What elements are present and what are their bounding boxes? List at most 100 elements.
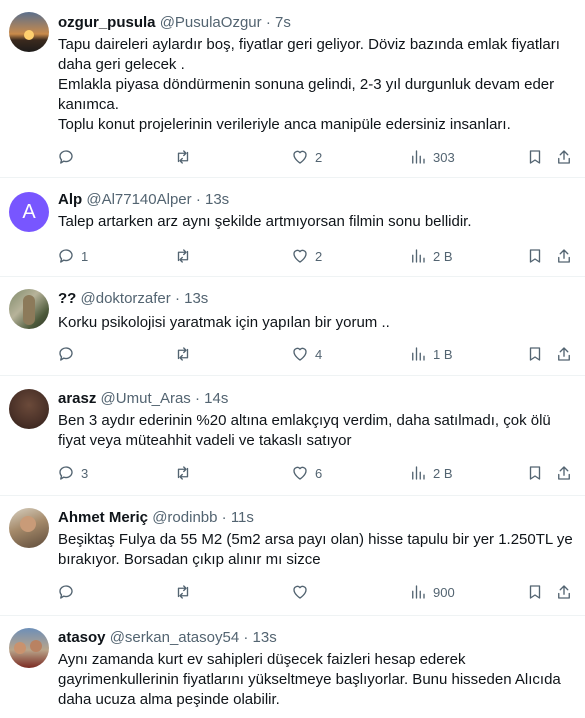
author-handle[interactable]: @PusulaOzgur: [160, 14, 262, 31]
retweet-icon: [177, 347, 189, 361]
reply-button[interactable]: [57, 344, 81, 364]
like-count: 4: [315, 346, 323, 362]
tweet-text: Tapu daireleri aylardır boş, fiyatlar ge…: [58, 35, 578, 135]
author-handle[interactable]: @doktorzafer: [81, 290, 171, 307]
bookmark-icon: [529, 466, 541, 480]
timestamp[interactable]: 11s: [231, 509, 254, 526]
author-name[interactable]: arasz: [58, 390, 96, 407]
reply-count: 1: [81, 248, 89, 264]
author-handle[interactable]: @serkan_atasoy54: [110, 629, 239, 646]
bookmark-icon: [529, 347, 541, 361]
timestamp[interactable]: 7s: [275, 14, 291, 31]
share-icon: [558, 466, 570, 480]
share-button[interactable]: [555, 246, 573, 266]
tweet[interactable]: A Alp @Al77140Alper · 13s Talep artarken…: [0, 178, 585, 277]
timestamp[interactable]: 13s: [184, 290, 208, 307]
author-handle[interactable]: @Al77140Alper: [86, 191, 191, 208]
bookmark-button[interactable]: [526, 246, 544, 266]
retweet-button[interactable]: [174, 344, 198, 364]
views-button[interactable]: 2 B: [409, 463, 453, 483]
views-icon: [412, 150, 425, 164]
reply-icon: [59, 585, 73, 599]
separator-dot: ·: [195, 191, 201, 208]
tweet[interactable]: arasz @Umut_Aras · 14s Ben 3 aydır ederi…: [0, 376, 585, 496]
like-button[interactable]: 4: [291, 344, 322, 364]
reply-icon: [59, 249, 73, 263]
heart-icon: [293, 466, 307, 480]
like-count: 2: [315, 149, 323, 165]
views-count: 1 B: [433, 346, 453, 362]
tweet-text: Talep artarken arz aynı şekilde artmıyor…: [58, 212, 578, 232]
share-button[interactable]: [555, 582, 573, 602]
like-count: 2: [315, 248, 323, 264]
action-bar: 3 6 2 B: [0, 463, 585, 483]
avatar[interactable]: [9, 289, 49, 329]
avatar[interactable]: [9, 628, 49, 668]
tweet-header: Ahmet Meriç @rodinbb · 11s: [58, 508, 254, 528]
views-button[interactable]: 303: [409, 147, 455, 167]
avatar[interactable]: A: [9, 192, 49, 232]
tweet[interactable]: ozgur_pusula @PusulaOzgur · 7s Tapu dair…: [0, 0, 585, 178]
reply-button[interactable]: 3: [57, 463, 88, 483]
tweet[interactable]: Ahmet Meriç @rodinbb · 11s Beşiktaş Fuly…: [0, 496, 585, 616]
like-button[interactable]: [291, 582, 315, 602]
reply-count: 3: [81, 465, 89, 481]
timestamp[interactable]: 14s: [204, 390, 228, 407]
like-button[interactable]: 2: [291, 246, 322, 266]
share-button[interactable]: [555, 147, 573, 167]
views-button[interactable]: 900: [409, 582, 455, 602]
bookmark-button[interactable]: [526, 463, 544, 483]
author-name[interactable]: ??: [58, 290, 76, 307]
share-icon: [558, 347, 570, 361]
timestamp[interactable]: 13s: [205, 191, 229, 208]
tweet[interactable]: ?? @doktorzafer · 13s Korku psikolojisi …: [0, 277, 585, 376]
views-count: 2 B: [433, 465, 453, 481]
tweet-header: Alp @Al77140Alper · 13s: [58, 190, 229, 210]
tweet-header: ozgur_pusula @PusulaOzgur · 7s: [58, 13, 291, 33]
author-name[interactable]: Alp: [58, 191, 82, 208]
reply-button[interactable]: 1: [57, 246, 88, 266]
share-icon: [558, 585, 570, 599]
tweet[interactable]: atasoy @serkan_atasoy54 · 13s Aynı zaman…: [0, 616, 585, 718]
retweet-button[interactable]: [174, 246, 198, 266]
like-button[interactable]: 2: [291, 147, 322, 167]
avatar[interactable]: [9, 12, 49, 52]
author-handle[interactable]: @rodinbb: [152, 509, 217, 526]
retweet-button[interactable]: [174, 582, 198, 602]
like-count: 6: [315, 465, 323, 481]
views-count: 2 B: [433, 248, 453, 264]
author-name[interactable]: ozgur_pusula: [58, 14, 156, 31]
heart-icon: [293, 347, 307, 361]
share-icon: [558, 150, 570, 164]
tweet-header: atasoy @serkan_atasoy54 · 13s: [58, 628, 277, 648]
separator-dot: ·: [194, 390, 200, 407]
reply-icon: [59, 150, 73, 164]
share-button[interactable]: [555, 463, 573, 483]
timestamp[interactable]: 13s: [253, 629, 277, 646]
reply-icon: [59, 466, 73, 480]
views-icon: [412, 347, 425, 361]
tweet-line: Korku psikolojisi yaratmak için yapılan …: [58, 314, 390, 331]
retweet-icon: [177, 150, 189, 164]
author-name[interactable]: Ahmet Meriç: [58, 509, 148, 526]
like-button[interactable]: 6: [291, 463, 322, 483]
bookmark-button[interactable]: [526, 147, 544, 167]
author-name[interactable]: atasoy: [58, 629, 106, 646]
reply-button[interactable]: [57, 147, 81, 167]
views-button[interactable]: 1 B: [409, 344, 453, 364]
reply-button[interactable]: [57, 582, 81, 602]
retweet-button[interactable]: [174, 147, 198, 167]
author-handle[interactable]: @Umut_Aras: [101, 390, 191, 407]
tweet-text: Ben 3 aydır ederinin %20 altına emlakçıy…: [58, 411, 578, 451]
bookmark-button[interactable]: [526, 344, 544, 364]
avatar[interactable]: [9, 389, 49, 429]
retweet-button[interactable]: [174, 463, 198, 483]
heart-icon: [293, 150, 307, 164]
share-button[interactable]: [555, 344, 573, 364]
views-count: 303: [433, 149, 455, 165]
avatar-letter: A: [22, 200, 36, 223]
avatar[interactable]: [9, 508, 49, 548]
views-button[interactable]: 2 B: [409, 246, 453, 266]
bookmark-button[interactable]: [526, 582, 544, 602]
separator-dot: ·: [221, 509, 227, 526]
